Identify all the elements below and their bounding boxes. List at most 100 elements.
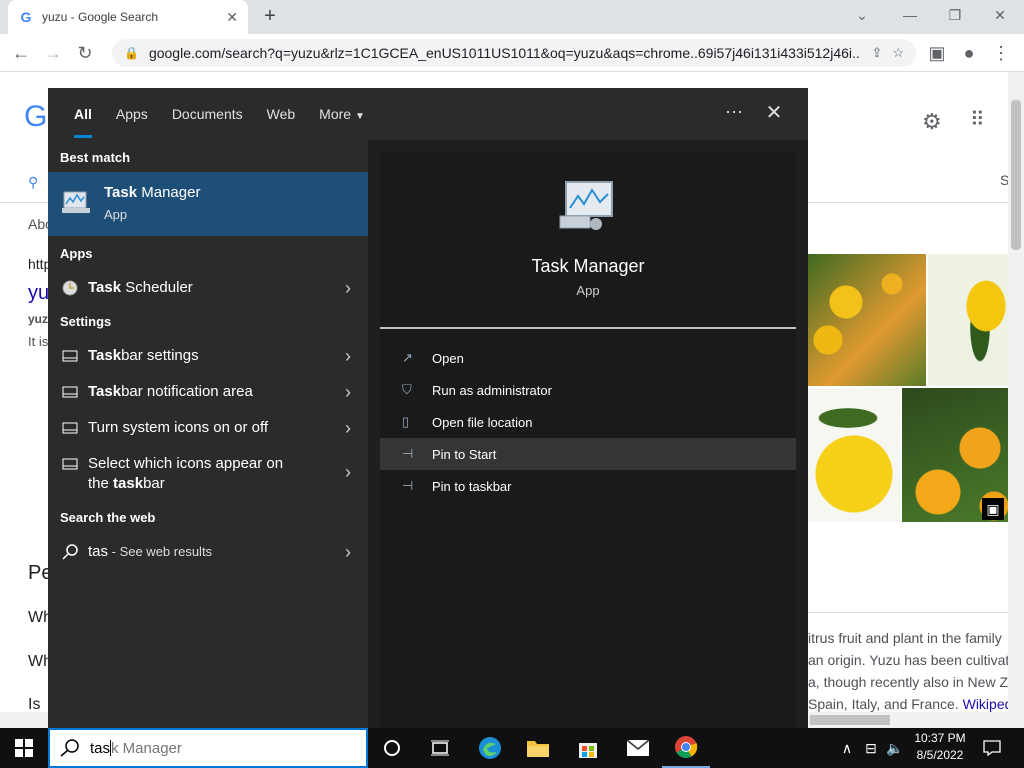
search-suggestion-text: k Manager [111,739,182,757]
settings-gear-icon[interactable]: ⚙ [922,109,942,135]
action-label: Pin to Start [432,446,497,462]
browser-tab[interactable]: G yuzu - Google Search ✕ [8,0,248,34]
back-button[interactable]: ← [8,40,34,66]
action-open[interactable]: ↗ Open [380,342,796,374]
result-web-search[interactable]: tas - See web results › [48,538,368,566]
google-favicon-icon: G [20,9,32,25]
search-icon [60,542,80,562]
result-taskbar-settings[interactable]: Taskbar settings › [48,342,368,370]
label-rest: bar notification area [121,383,253,400]
yuzu-photo-3[interactable] [808,388,900,522]
forward-button[interactable]: → [40,40,66,66]
action-run-as-admin[interactable]: ⛉ Run as administrator [380,374,796,406]
network-icon[interactable]: ⊟ [860,728,882,768]
chevron-right-icon[interactable]: › [328,462,368,483]
pin-icon: ⊣ [402,446,414,461]
yuzu-photo-2[interactable] [928,254,1008,386]
side-panel-icon[interactable]: ▣ [924,40,950,66]
match-bold: Task [88,383,122,400]
file-icon: ▯ [402,414,410,429]
horizontal-scrollbar-thumb[interactable] [810,715,890,725]
results-list: Best match Task Manager App Apps Task Sc… [48,140,368,728]
tab-more[interactable]: More ▼ [307,88,377,140]
menu-icon[interactable]: ⋮ [988,40,1014,66]
web-query: tas [88,543,109,560]
tab-all[interactable]: All [62,88,104,140]
close-tab-icon[interactable]: ✕ [226,9,238,26]
kp-text-line-3: a, though recently also in New Z [808,674,1008,690]
new-tab-button[interactable]: + [258,6,282,28]
match-bold: Task [88,279,122,296]
chevron-right-icon[interactable]: › [328,346,368,367]
wikipedia-link[interactable]: Wikiped [963,696,1008,712]
profile-avatar[interactable]: ● [956,40,982,66]
volume-icon[interactable]: 🔈 [884,728,906,768]
result-label: Taskbar settings [88,346,328,366]
action-pin-to-start[interactable]: ⊣ Pin to Start [380,438,796,470]
action-label: Open file location [432,414,533,430]
notifications-icon[interactable] [978,728,1006,768]
result-task-scheduler[interactable]: Task Scheduler › [48,274,368,302]
image-gallery-icon[interactable]: ▣ [982,498,1004,520]
action-label: Pin to taskbar [432,478,512,494]
reload-button[interactable]: ↻ [72,40,98,66]
close-icon[interactable]: ✕ [762,100,786,125]
kp-text-line-4: Spain, Italy, and France. Wikiped [808,696,1008,712]
result-link[interactable]: yu [28,282,49,305]
bookmark-star-icon[interactable]: ☆ [892,45,904,61]
chrome-icon[interactable] [662,728,710,768]
windows-search-panel: All Apps Documents Web More ▼ ⋯ ✕ Best m… [48,88,808,728]
detail-pane: Task Manager App ↗ Open ⛉ Run as administr… [380,152,796,728]
mail-icon[interactable] [614,728,662,768]
action-label: Open [432,350,464,366]
start-button[interactable] [0,728,48,768]
result-label: Turn system icons on or off [88,419,269,436]
action-pin-to-taskbar[interactable]: ⊣ Pin to taskbar [380,470,796,502]
result-snippet: It is [28,334,49,349]
windows-logo-icon [15,739,33,757]
label-rest: bar settings [121,347,199,364]
chevron-right-icon[interactable]: › [328,418,368,439]
apps-grid-icon[interactable]: ⠿ [970,107,985,132]
microsoft-store-icon[interactable] [564,728,612,768]
open-icon: ↗ [402,350,413,365]
result-select-icons[interactable]: Select which icons appear on the taskbar… [48,450,368,498]
best-match-item[interactable]: Task Manager App [48,172,368,236]
tab-search-icon[interactable]: ⌄ [842,4,882,28]
google-logo[interactable]: G [24,100,47,134]
taskbar-search-box[interactable]: tas k Manager [48,728,368,768]
tab-documents[interactable]: Documents [160,88,255,140]
share-icon[interactable]: ⇪ [871,45,882,61]
restore-button[interactable]: ❐ [935,4,975,28]
minimize-button[interactable]: — [890,4,930,28]
chevron-up-icon[interactable]: ∧ [836,728,858,768]
url-text: google.com/search?q=yuzu&rlz=1C1GCEA_enU… [148,45,862,61]
close-window-button[interactable]: ✕ [980,4,1020,28]
more-options-icon[interactable]: ⋯ [722,102,746,123]
chevron-right-icon[interactable]: › [328,278,368,299]
tab-apps[interactable]: Apps [104,88,160,140]
lock-icon: 🔒 [124,46,139,60]
chevron-right-icon[interactable]: › [328,382,368,403]
chevron-right-icon[interactable]: › [328,542,368,563]
task-scheduler-icon [60,278,80,298]
yuzu-photo-1[interactable] [808,254,926,386]
system-clock[interactable]: 10:37 PM 8/5/2022 [905,730,975,766]
result-label: Select which icons appear on the taskbar [88,454,328,494]
tab-more-label: More [319,106,352,122]
kp-line-4-text: Spain, Italy, and France. [808,696,959,712]
taskbar-settings-icon [60,346,80,366]
action-open-file-location[interactable]: ▯ Open file location [380,406,796,438]
tab-web[interactable]: Web [255,88,308,140]
file-explorer-icon[interactable] [514,728,562,768]
result-label: Taskbar notification area [88,382,328,402]
address-bar[interactable]: 🔒 google.com/search?q=yuzu&rlz=1C1GCEA_e… [112,39,916,67]
task-view-icon[interactable] [416,728,464,768]
vertical-scrollbar-thumb[interactable] [1011,100,1021,250]
label-rest: bar [143,475,165,492]
result-taskbar-notification-area[interactable]: Taskbar notification area › [48,378,368,406]
search-icon: ⚲ [28,174,39,190]
result-system-icons[interactable]: Turn system icons on or off › [48,414,368,442]
cortana-icon[interactable] [368,728,416,768]
edge-icon[interactable] [466,728,514,768]
